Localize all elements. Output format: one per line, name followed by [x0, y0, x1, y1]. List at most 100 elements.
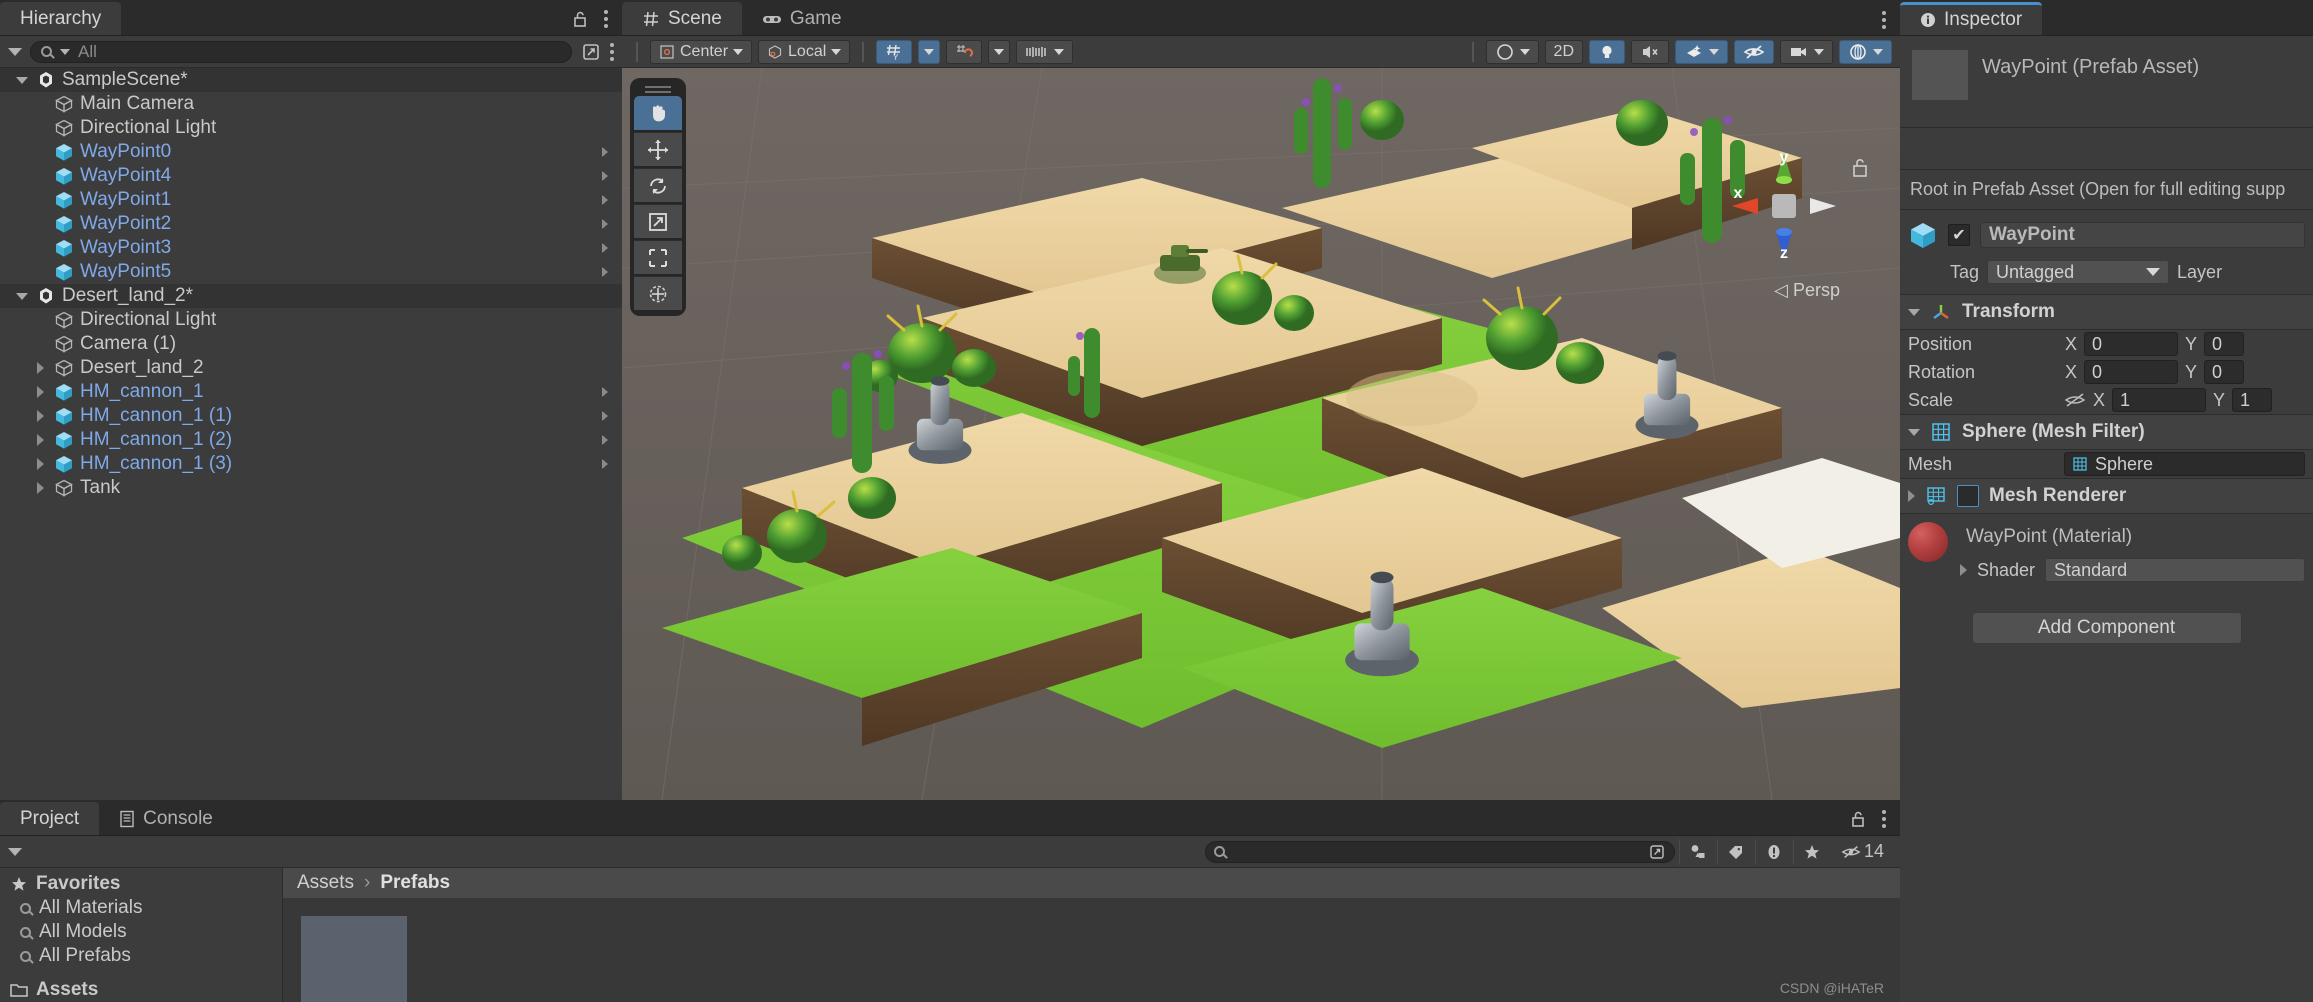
hierarchy-tree[interactable]: SampleScene* Main Camera Directional Light…: [0, 68, 622, 800]
scale-tool[interactable]: [634, 204, 682, 238]
foldout-open-icon[interactable]: [14, 292, 30, 300]
hierarchy-item-camera-1[interactable]: Camera (1): [0, 332, 622, 356]
hierarchy-item-waypoint5[interactable]: WayPoint5: [0, 260, 622, 284]
snap-dropdown[interactable]: [988, 39, 1011, 64]
prefab-open-chevron-icon[interactable]: [602, 219, 608, 229]
pivot-mode-button[interactable]: Center: [650, 39, 753, 64]
gizmos-toggle-button[interactable]: [1839, 39, 1892, 64]
transform-component-header[interactable]: Transform: [1900, 294, 2313, 330]
breadcrumb-assets[interactable]: Assets: [297, 872, 354, 894]
transform-tool[interactable]: [634, 276, 682, 310]
hierarchy-options-icon[interactable]: [610, 42, 614, 61]
shading-mode-button[interactable]: [1485, 39, 1539, 64]
lighting-toggle-button[interactable]: [1589, 39, 1625, 64]
mesh-object-field[interactable]: Sphere: [2064, 452, 2305, 476]
scene-menu-icon[interactable]: [1882, 11, 1886, 29]
project-search-input[interactable]: [1205, 840, 1675, 863]
filter-by-label-icon[interactable]: [1716, 838, 1755, 865]
foldout-open-icon[interactable]: [1908, 308, 1920, 316]
foldout-closed-icon[interactable]: [32, 410, 48, 422]
project-menu-icon[interactable]: [1882, 810, 1886, 828]
palette-grabber[interactable]: [645, 84, 671, 94]
foldout-closed-icon[interactable]: [32, 362, 48, 374]
grid-size-button[interactable]: [1016, 39, 1074, 64]
hierarchy-item-samplescene[interactable]: SampleScene*: [0, 68, 622, 92]
rotation-x-input[interactable]: 0: [2084, 360, 2178, 384]
prefab-open-chevron-icon[interactable]: [602, 387, 608, 397]
foldout-open-icon[interactable]: [14, 76, 30, 84]
mesh-renderer-component-header[interactable]: Mesh Renderer: [1900, 478, 2313, 514]
foldout-closed-icon[interactable]: [32, 458, 48, 470]
filter-by-type-icon[interactable]: [1678, 838, 1717, 865]
prefab-open-chevron-icon[interactable]: [602, 411, 608, 421]
breadcrumb-prefabs[interactable]: Prefabs: [380, 872, 450, 894]
scale-y-input[interactable]: 1: [2232, 388, 2272, 412]
foldout-closed-icon[interactable]: [32, 482, 48, 494]
scale-x-input[interactable]: 1: [2112, 388, 2206, 412]
favorite-all-models[interactable]: All Models: [0, 920, 282, 944]
hierarchy-item-waypoint1[interactable]: WayPoint1: [0, 188, 622, 212]
tab-hierarchy[interactable]: Hierarchy: [0, 2, 122, 35]
hand-tool[interactable]: [634, 96, 682, 130]
expand-icon[interactable]: [580, 41, 602, 63]
hierarchy-item-hm-cannon-1[interactable]: HM_cannon_1: [0, 380, 622, 404]
foldout-closed-icon[interactable]: [32, 386, 48, 398]
error-filter-icon[interactable]: [1754, 838, 1793, 865]
projection-mode-label[interactable]: ◁ Persp: [1774, 280, 1840, 301]
hierarchy-item-directional-light[interactable]: Directional Light: [0, 116, 622, 140]
hierarchy-item-hm-cannon-1-1[interactable]: HM_cannon_1 (1): [0, 404, 622, 428]
gameobject-name-field[interactable]: WayPoint: [1980, 222, 2305, 248]
pivot-rotation-button[interactable]: Local: [758, 39, 851, 64]
audio-toggle-button[interactable]: [1631, 39, 1669, 64]
hierarchy-item-hm-cannon-1-3[interactable]: HM_cannon_1 (3): [0, 452, 622, 476]
hierarchy-item-waypoint2[interactable]: WayPoint2: [0, 212, 622, 236]
gameobject-enabled-checkbox[interactable]: ✔: [1948, 224, 1970, 246]
hierarchy-item-desert-land-2[interactable]: Desert_land_2: [0, 356, 622, 380]
favorite-all-prefabs[interactable]: All Prefabs: [0, 944, 282, 968]
hierarchy-item-desert-land-2[interactable]: Desert_land_2*: [0, 284, 622, 308]
hierarchy-item-hm-cannon-1-2[interactable]: HM_cannon_1 (2): [0, 428, 622, 452]
hierarchy-item-waypoint3[interactable]: WayPoint3: [0, 236, 622, 260]
hierarchy-item-main-camera[interactable]: Main Camera: [0, 92, 622, 116]
tab-inspector[interactable]: Inspector: [1900, 2, 2043, 35]
scene-orientation-gizmo[interactable]: y x z: [1724, 146, 1844, 266]
2d-toggle-button[interactable]: 2D: [1544, 39, 1583, 64]
prefab-open-chevron-icon[interactable]: [602, 459, 608, 469]
position-x-input[interactable]: 0: [2084, 332, 2178, 356]
foldout-closed-icon[interactable]: [1908, 490, 1915, 502]
hierarchy-item-waypoint0[interactable]: WayPoint0: [0, 140, 622, 164]
prefab-open-chevron-icon[interactable]: [602, 147, 608, 157]
prefab-open-chevron-icon[interactable]: [602, 267, 608, 277]
foldout-closed-icon[interactable]: [32, 434, 48, 446]
constrain-proportions-icon[interactable]: [2064, 392, 2086, 408]
rotation-y-input[interactable]: 0: [2204, 360, 2244, 384]
lock-icon[interactable]: [1848, 809, 1868, 829]
scene-camera-button[interactable]: [1780, 39, 1833, 64]
lock-icon[interactable]: [570, 9, 590, 29]
hidden-assets-count[interactable]: 14: [1831, 841, 1884, 862]
favorite-all-materials[interactable]: All Materials: [0, 896, 282, 920]
search-filter-icon[interactable]: [60, 48, 70, 55]
tab-console[interactable]: Console: [99, 802, 233, 835]
hierarchy-item-tank[interactable]: Tank: [0, 476, 622, 500]
hidden-objects-toggle[interactable]: [1734, 39, 1774, 64]
snap-button[interactable]: [946, 39, 983, 64]
prefab-open-chevron-icon[interactable]: [602, 171, 608, 181]
project-create-menu-icon[interactable]: [8, 847, 22, 856]
expand-icon[interactable]: [1648, 843, 1666, 861]
grid-axis-dropdown[interactable]: [918, 39, 941, 64]
hierarchy-search-input[interactable]: All: [30, 40, 572, 63]
mesh-filter-component-header[interactable]: Sphere (Mesh Filter): [1900, 414, 2313, 450]
gizmo-lock-icon[interactable]: [1850, 156, 1870, 180]
rotate-tool[interactable]: [634, 168, 682, 202]
prefab-open-chevron-icon[interactable]: [602, 243, 608, 253]
asset-tile[interactable]: [301, 916, 407, 1002]
effects-toggle-button[interactable]: [1675, 39, 1728, 64]
create-menu-icon[interactable]: [8, 47, 22, 56]
hierarchy-item-waypoint4[interactable]: WayPoint4: [0, 164, 622, 188]
favorites-filter-icon[interactable]: [1792, 838, 1831, 865]
hierarchy-item-directional-light[interactable]: Directional Light: [0, 308, 622, 332]
mesh-renderer-enabled-checkbox[interactable]: [1957, 485, 1979, 507]
rect-tool[interactable]: [634, 240, 682, 274]
prefab-open-chevron-icon[interactable]: [602, 195, 608, 205]
